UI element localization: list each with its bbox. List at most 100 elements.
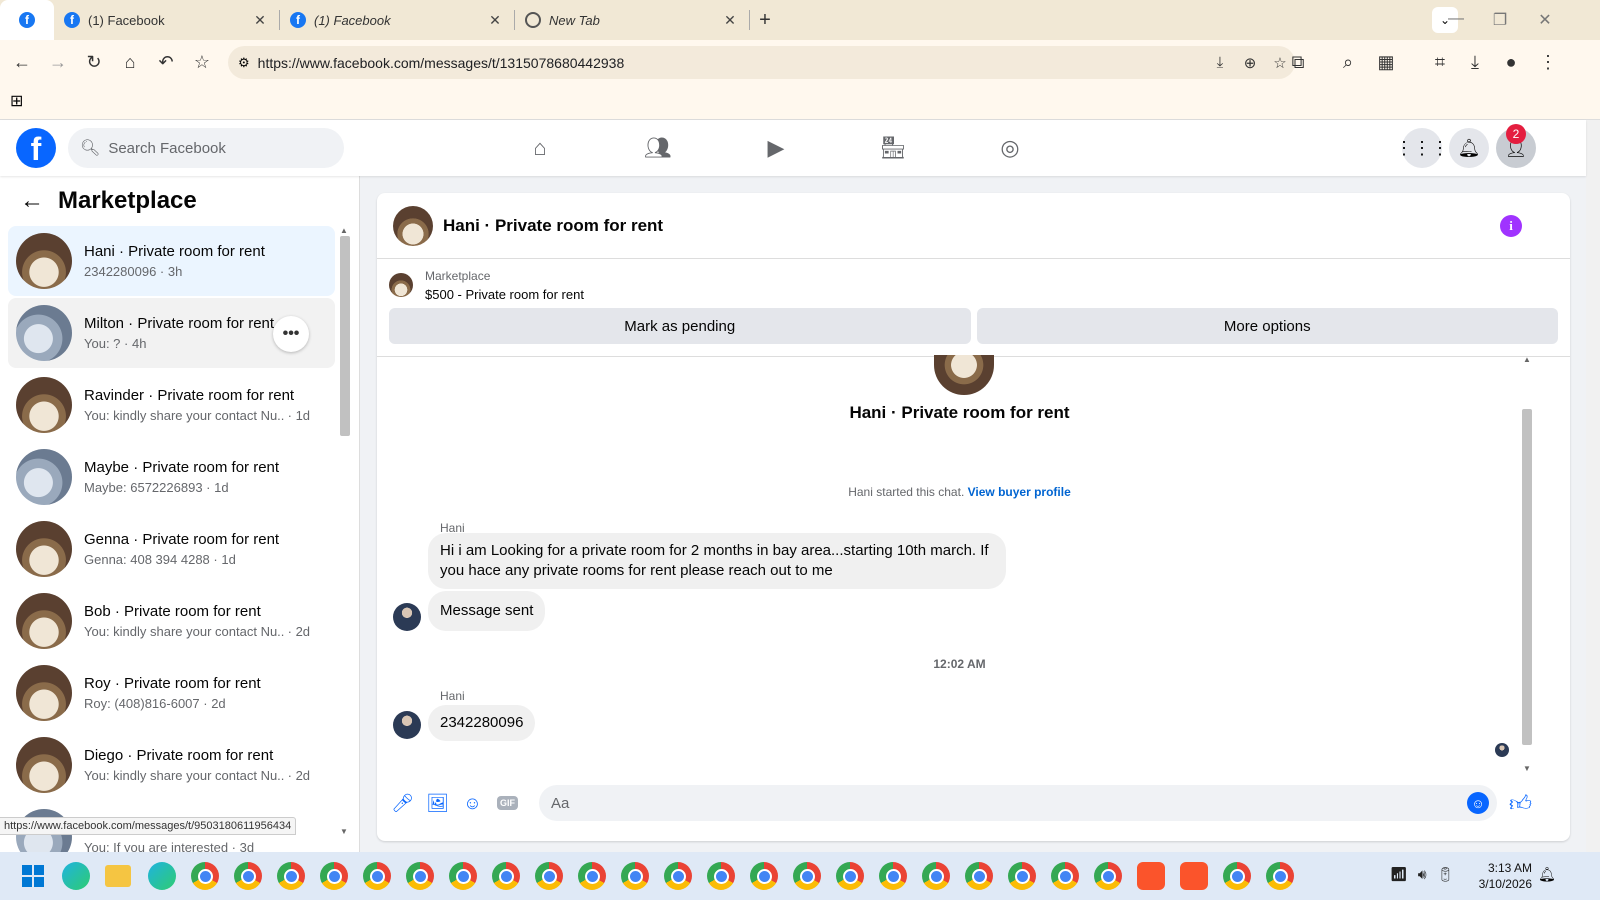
- chrome-browser-icon[interactable]: [879, 862, 907, 890]
- notification-center-icon[interactable]: 🔔︎: [1538, 866, 1556, 883]
- restore-icon[interactable]: ❐: [1490, 10, 1510, 30]
- url-text[interactable]: https://www.facebook.com/messages/t/1315…: [258, 55, 1205, 71]
- emoji-icon[interactable]: ☺: [1467, 792, 1489, 814]
- chrome-browser-icon[interactable]: [234, 862, 262, 890]
- undo-icon[interactable]: ↶: [148, 44, 184, 80]
- chrome-browser-icon[interactable]: [578, 862, 606, 890]
- scroll-up-icon[interactable]: ▲: [340, 226, 348, 235]
- chrome-browser-icon[interactable]: [320, 862, 348, 890]
- tab-close-icon[interactable]: ✕: [486, 12, 504, 29]
- install-app-icon[interactable]: ⤓: [1205, 54, 1235, 71]
- message-bubble[interactable]: Hi i am Looking for a private room for 2…: [428, 533, 1006, 589]
- site-settings-icon[interactable]: ⚙: [238, 55, 250, 71]
- apps-grid-icon[interactable]: ⊞: [10, 91, 23, 111]
- groups-icon[interactable]: ◎: [990, 130, 1030, 166]
- photo-icon[interactable]: 🖼︎: [420, 785, 455, 821]
- conversation-item[interactable]: Bob · Private room for rent You: kindly s…: [8, 586, 335, 656]
- brave-browser-icon[interactable]: [1180, 862, 1208, 890]
- page-scrollbar[interactable]: [1586, 120, 1600, 852]
- gif-icon[interactable]: GIF: [490, 785, 525, 821]
- tab-new-tab[interactable]: New Tab ✕: [515, 0, 749, 40]
- conversation-item[interactable]: Diego · Private room for rent You: kindly…: [8, 730, 335, 800]
- search-input[interactable]: 🔍︎ Search Facebook: [68, 128, 344, 168]
- chrome-browser-icon[interactable]: [922, 862, 950, 890]
- zoom-icon[interactable]: ⊕: [1235, 54, 1265, 72]
- friends-icon[interactable]: 👥︎: [638, 130, 678, 166]
- thumbs-up-icon[interactable]: 👍︎: [1509, 790, 1532, 817]
- chrome-browser-icon[interactable]: [707, 862, 735, 890]
- conversation-item[interactable]: Maybe · Private room for rent Maybe: 6572…: [8, 442, 335, 512]
- edge-browser-icon[interactable]: [148, 862, 176, 890]
- chrome-browser-icon[interactable]: [449, 862, 477, 890]
- chrome-browser-icon[interactable]: [1051, 862, 1079, 890]
- qr-icon[interactable]: ▦: [1368, 44, 1404, 80]
- conversation-item[interactable]: Genna · Private room for rent Genna: 408 …: [8, 514, 335, 584]
- chat-avatar[interactable]: [393, 205, 433, 246]
- address-bar[interactable]: ⚙ https://www.facebook.com/messages/t/13…: [228, 46, 1295, 79]
- chrome-browser-icon[interactable]: [406, 862, 434, 890]
- chrome-browser-icon[interactable]: [1223, 862, 1251, 890]
- chrome-browser-icon[interactable]: [1008, 862, 1036, 890]
- profile-icon[interactable]: ●: [1493, 44, 1529, 80]
- chrome-browser-icon[interactable]: [965, 862, 993, 890]
- home-icon[interactable]: ⌂: [520, 130, 560, 166]
- message-input[interactable]: Aa ☺: [539, 785, 1497, 821]
- more-options-button[interactable]: More options: [976, 308, 1558, 344]
- back-icon[interactable]: ←: [4, 44, 40, 80]
- chrome-browser-icon[interactable]: [535, 862, 563, 890]
- notifications-bell-icon[interactable]: 🔔︎: [1449, 128, 1489, 168]
- chrome-browser-icon[interactable]: [750, 862, 778, 890]
- chrome-browser-icon[interactable]: [793, 862, 821, 890]
- chrome-browser-icon[interactable]: [836, 862, 864, 890]
- scrollbar-thumb[interactable]: [340, 236, 350, 436]
- chat-scrollbar[interactable]: ▲ ▼: [1520, 355, 1534, 773]
- more-options-icon[interactable]: •••: [273, 316, 309, 352]
- home-icon[interactable]: ⌂: [112, 44, 148, 80]
- scroll-down-icon[interactable]: ▼: [1523, 764, 1531, 773]
- chrome-browser-icon[interactable]: [363, 862, 391, 890]
- chrome-browser-icon[interactable]: [1266, 862, 1294, 890]
- message-bubble[interactable]: Message sent: [428, 591, 546, 631]
- taskbar-clock[interactable]: 3:13 AM 3/10/2026: [1466, 860, 1532, 892]
- chrome-browser-icon[interactable]: [664, 862, 692, 890]
- back-arrow-icon[interactable]: ←: [20, 187, 44, 215]
- battery-icon[interactable]: 🔋︎: [1437, 866, 1455, 883]
- conversation-item[interactable]: Milton · Private room for rent You: ? · 4…: [8, 298, 335, 368]
- conversation-item[interactable]: Hani · Private room for rent 2342280096 ·…: [8, 226, 335, 296]
- view-buyer-profile-link[interactable]: View buyer profile: [968, 485, 1071, 499]
- download-icon[interactable]: ⤓: [1457, 44, 1493, 80]
- conversation-item[interactable]: Roy · Private room for rent Roy: (408)816…: [8, 658, 335, 728]
- scroll-down-icon[interactable]: ▼: [340, 827, 348, 836]
- info-icon[interactable]: i: [1500, 215, 1522, 237]
- window-close-icon[interactable]: ✕: [1535, 10, 1555, 30]
- conversation-list-scrollbar[interactable]: ▲ ▼: [338, 226, 350, 836]
- chrome-browser-icon[interactable]: [277, 862, 305, 890]
- facebook-logo[interactable]: f: [16, 128, 56, 168]
- tab-facebook-2[interactable]: f (1) Facebook ✕: [280, 0, 514, 40]
- sticker-icon[interactable]: ☺: [455, 785, 490, 821]
- tab-close-icon[interactable]: ✕: [251, 12, 269, 29]
- edge-browser-icon[interactable]: [62, 862, 90, 890]
- video-icon[interactable]: ▶: [756, 130, 796, 166]
- bookmark-star-icon[interactable]: ☆: [184, 44, 220, 80]
- menu-kebab-icon[interactable]: ⋮: [1530, 44, 1566, 80]
- scroll-up-icon[interactable]: ▲: [1523, 355, 1531, 364]
- chrome-browser-icon[interactable]: [191, 862, 219, 890]
- tab-facebook-pinned[interactable]: f: [0, 0, 54, 40]
- file-explorer-icon[interactable]: [105, 865, 131, 887]
- minimize-icon[interactable]: —: [1446, 10, 1466, 28]
- wifi-icon[interactable]: 📶︎: [1390, 866, 1408, 883]
- conversation-item[interactable]: Ravinder · Private room for rent You: kin…: [8, 370, 335, 440]
- sender-avatar[interactable]: [393, 603, 421, 631]
- chat-title[interactable]: Hani · Private room for rent: [443, 216, 663, 236]
- crop-icon[interactable]: ⌗: [1422, 44, 1458, 80]
- tab-facebook-1[interactable]: f (1) Facebook ✕: [54, 0, 279, 40]
- menu-grid-icon[interactable]: ⋮⋮⋮: [1395, 128, 1449, 168]
- sender-avatar[interactable]: [393, 711, 421, 739]
- marketplace-icon[interactable]: 🏪︎: [873, 130, 913, 166]
- listing-title[interactable]: $500 - Private room for rent: [425, 287, 584, 302]
- search-icon[interactable]: ⌕: [1330, 44, 1366, 80]
- listing-thumbnail[interactable]: [389, 273, 413, 297]
- extensions-icon[interactable]: ⧉: [1280, 44, 1316, 80]
- tab-close-icon[interactable]: ✕: [721, 12, 739, 29]
